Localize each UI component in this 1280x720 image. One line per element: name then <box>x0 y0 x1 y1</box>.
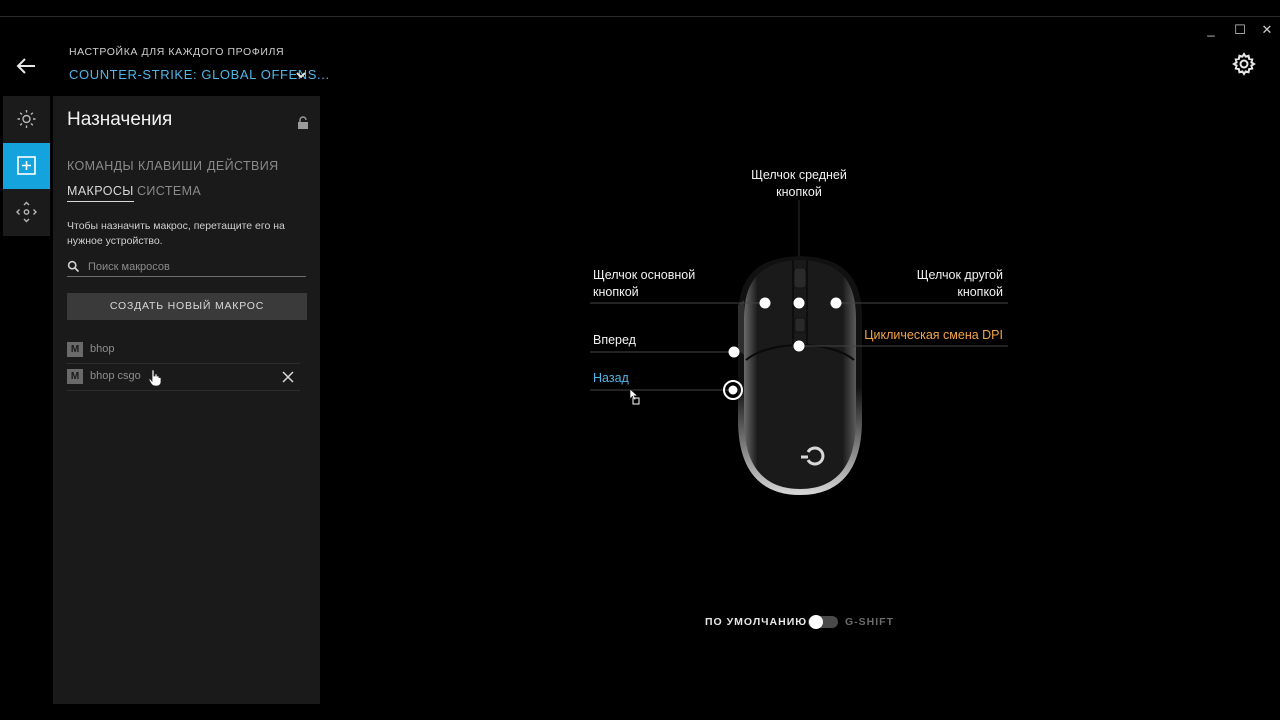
dpi-button <box>794 317 806 333</box>
side-buttons <box>738 300 744 355</box>
label-line: Щелчок другой <box>916 268 1003 282</box>
label-forward[interactable]: Вперед <box>593 332 636 349</box>
hotspot-forward[interactable] <box>728 346 740 358</box>
label-line: кнопкой <box>593 285 639 299</box>
label-secondary-click[interactable]: Щелчок другой кнопкой <box>893 267 1003 301</box>
mouse-diagram <box>590 200 1008 495</box>
hotspot-middle[interactable] <box>793 297 805 309</box>
label-line: Щелчок основной <box>593 268 696 282</box>
hotspot-primary[interactable] <box>759 297 771 309</box>
mode-default-label: ПО УМОЛЧАНИЮ <box>705 616 808 628</box>
mouse-body <box>744 260 856 489</box>
label-line: кнопкой <box>776 185 822 199</box>
scroll-wheel <box>793 267 807 289</box>
label-back[interactable]: Назад <box>593 370 629 387</box>
drag-cursor-icon <box>629 388 643 406</box>
gshift-toggle[interactable] <box>808 615 838 629</box>
hotspot-dpi[interactable] <box>793 340 805 352</box>
label-line: кнопкой <box>957 285 1003 299</box>
hotspot-secondary[interactable] <box>830 297 842 309</box>
mode-gshift-label: G-SHIFT <box>845 616 894 628</box>
label-dpi-cycle[interactable]: Циклическая смена DPI <box>843 327 1003 344</box>
label-line: Щелчок средней <box>751 168 847 182</box>
label-primary-click[interactable]: Щелчок основной кнопкой <box>593 267 695 301</box>
label-middle-click[interactable]: Щелчок средней кнопкой <box>749 167 849 201</box>
